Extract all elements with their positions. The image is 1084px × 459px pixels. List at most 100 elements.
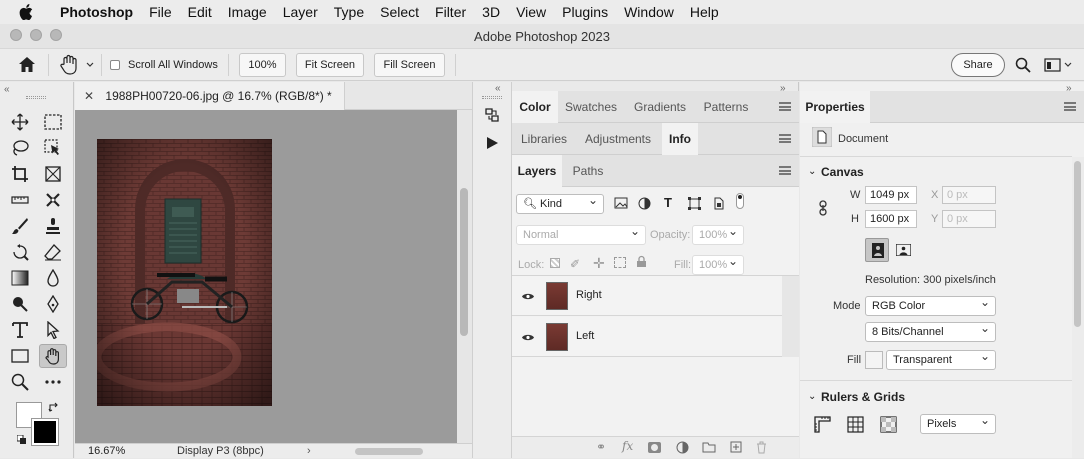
close-document-icon[interactable]: ✕ xyxy=(84,89,94,103)
link-dimensions-icon[interactable] xyxy=(818,200,828,219)
filter-toggle-switch[interactable] xyxy=(736,193,744,209)
tab-libraries[interactable]: Libraries xyxy=(512,123,576,155)
layers-scrollbar[interactable] xyxy=(782,276,799,357)
menu-plugins[interactable]: Plugins xyxy=(554,0,616,24)
path-selection-icon[interactable] xyxy=(39,318,67,342)
healing-brush-icon[interactable] xyxy=(39,188,67,212)
lock-artboard-icon[interactable] xyxy=(614,257,626,268)
zoom-tool-icon[interactable] xyxy=(6,370,34,394)
menu-select[interactable]: Select xyxy=(372,0,427,24)
eraser-icon[interactable] xyxy=(39,240,67,264)
chevron-down-icon[interactable]: ⌄ xyxy=(808,166,816,177)
clone-stamp-icon[interactable] xyxy=(39,214,67,238)
tab-adjustments[interactable]: Adjustments xyxy=(578,123,658,155)
layer-row-left[interactable]: Left xyxy=(512,317,782,357)
layer-row-right[interactable]: Right xyxy=(512,276,782,316)
zoom-percent-button[interactable]: 100% xyxy=(239,53,286,77)
tab-layers[interactable]: Layers xyxy=(512,155,562,187)
eye-icon[interactable] xyxy=(522,331,534,345)
tab-paths[interactable]: Paths xyxy=(566,155,610,187)
menu-file[interactable]: File xyxy=(141,0,180,24)
canvas-section-title[interactable]: Canvas xyxy=(821,165,864,179)
layer-filter-kind-select[interactable]: 🔍︎ Kind xyxy=(516,191,604,214)
type-tool-icon[interactable] xyxy=(6,318,34,342)
menu-3d[interactable]: 3D xyxy=(474,0,508,24)
panel-menu-icon[interactable] xyxy=(779,102,791,111)
adjustment-layer-filter-icon[interactable] xyxy=(638,197,651,213)
panel-menu-icon[interactable] xyxy=(1064,102,1076,111)
tab-gradients[interactable]: Gradients xyxy=(628,91,692,123)
menu-edit[interactable]: Edit xyxy=(180,0,220,24)
pixel-layer-filter-icon[interactable] xyxy=(614,197,628,212)
properties-scrollbar[interactable] xyxy=(1072,157,1084,458)
menu-window[interactable]: Window xyxy=(616,0,682,24)
menu-image[interactable]: Image xyxy=(220,0,275,24)
lasso-icon[interactable] xyxy=(6,136,34,160)
minimize-window-button[interactable] xyxy=(30,29,42,41)
color-mode-select[interactable]: RGB Color xyxy=(865,293,996,316)
vertical-scrollbar[interactable] xyxy=(457,110,472,443)
horizontal-scroll-thumb[interactable] xyxy=(355,448,423,455)
rulers-grids-section-title[interactable]: Rulers & Grids xyxy=(821,390,905,404)
apple-icon[interactable] xyxy=(0,4,52,20)
dodge-tool-icon[interactable] xyxy=(6,292,34,316)
blur-tool-icon[interactable] xyxy=(39,266,67,290)
close-window-button[interactable] xyxy=(10,29,22,41)
new-layer-icon[interactable] xyxy=(730,441,742,456)
lock-position-icon[interactable]: ✛ xyxy=(593,255,605,272)
zoom-level-status[interactable]: 16.67% xyxy=(88,444,125,459)
zoom-window-button[interactable] xyxy=(50,29,62,41)
pixel-grid-icon[interactable] xyxy=(880,416,897,436)
document-tab[interactable]: ✕ 1988PH00720-06.jpg @ 16.7% (RGB/8*) * xyxy=(75,82,345,110)
history-panel-icon[interactable] xyxy=(483,106,501,127)
layer-name[interactable]: Right xyxy=(576,289,602,301)
share-button[interactable]: Share xyxy=(951,53,1005,77)
strip-grip[interactable] xyxy=(482,96,502,99)
blend-mode-select[interactable]: Normal xyxy=(516,222,646,245)
eye-icon[interactable] xyxy=(522,290,534,304)
lock-transparent-icon[interactable] xyxy=(550,258,560,268)
add-mask-icon[interactable] xyxy=(648,442,661,453)
scroll-all-windows-checkbox[interactable] xyxy=(110,60,120,70)
menu-filter[interactable]: Filter xyxy=(427,0,474,24)
menu-type[interactable]: Type xyxy=(326,0,372,24)
ruler-units-select[interactable]: Pixels xyxy=(920,411,996,434)
pen-tool-icon[interactable] xyxy=(39,292,67,316)
portrait-orientation-button[interactable] xyxy=(865,238,889,262)
panel-menu-icon[interactable] xyxy=(779,134,791,143)
height-field[interactable]: 1600 px xyxy=(865,210,917,228)
search-icon[interactable] xyxy=(1015,57,1031,76)
tab-color[interactable]: Color xyxy=(512,91,558,123)
expand-strip-icon[interactable]: « xyxy=(495,83,501,94)
landscape-orientation-button[interactable] xyxy=(892,238,916,262)
move-tool-icon[interactable] xyxy=(6,110,34,134)
tab-swatches[interactable]: Swatches xyxy=(562,91,620,123)
x-field[interactable]: 0 px xyxy=(942,186,996,204)
toolbox-grip[interactable] xyxy=(26,96,46,99)
default-colors-icon[interactable] xyxy=(16,434,27,448)
history-brush-icon[interactable] xyxy=(6,240,34,264)
fill-color-swatch[interactable] xyxy=(865,351,883,369)
status-expand-icon[interactable]: › xyxy=(307,444,311,459)
fill-field[interactable]: 100% xyxy=(692,252,744,275)
actions-play-icon[interactable] xyxy=(485,136,499,153)
menu-app-name[interactable]: Photoshop xyxy=(52,0,141,24)
rulers-icon[interactable] xyxy=(814,416,831,436)
frame-tool-icon[interactable] xyxy=(39,162,67,186)
hand-tool-preset-icon[interactable] xyxy=(58,54,96,79)
menu-view[interactable]: View xyxy=(508,0,554,24)
workspace-switcher-icon[interactable] xyxy=(1044,58,1074,75)
properties-scroll-thumb[interactable] xyxy=(1074,161,1081,327)
layer-name[interactable]: Left xyxy=(576,330,594,342)
link-layers-icon[interactable]: ⚭ xyxy=(596,440,606,454)
vertical-scroll-thumb[interactable] xyxy=(460,188,468,336)
fill-type-select[interactable]: Transparent xyxy=(886,347,996,370)
collapse-toolbox-icon[interactable]: « xyxy=(4,84,10,95)
type-layer-filter-icon[interactable]: T xyxy=(664,195,672,210)
crop-icon[interactable] xyxy=(6,162,34,186)
new-group-folder-icon[interactable] xyxy=(702,442,716,456)
brush-tool-icon[interactable] xyxy=(6,214,34,238)
layer-style-fx-icon[interactable]: fx xyxy=(622,439,633,453)
home-icon[interactable] xyxy=(18,56,36,76)
shape-layer-filter-icon[interactable] xyxy=(688,197,701,213)
